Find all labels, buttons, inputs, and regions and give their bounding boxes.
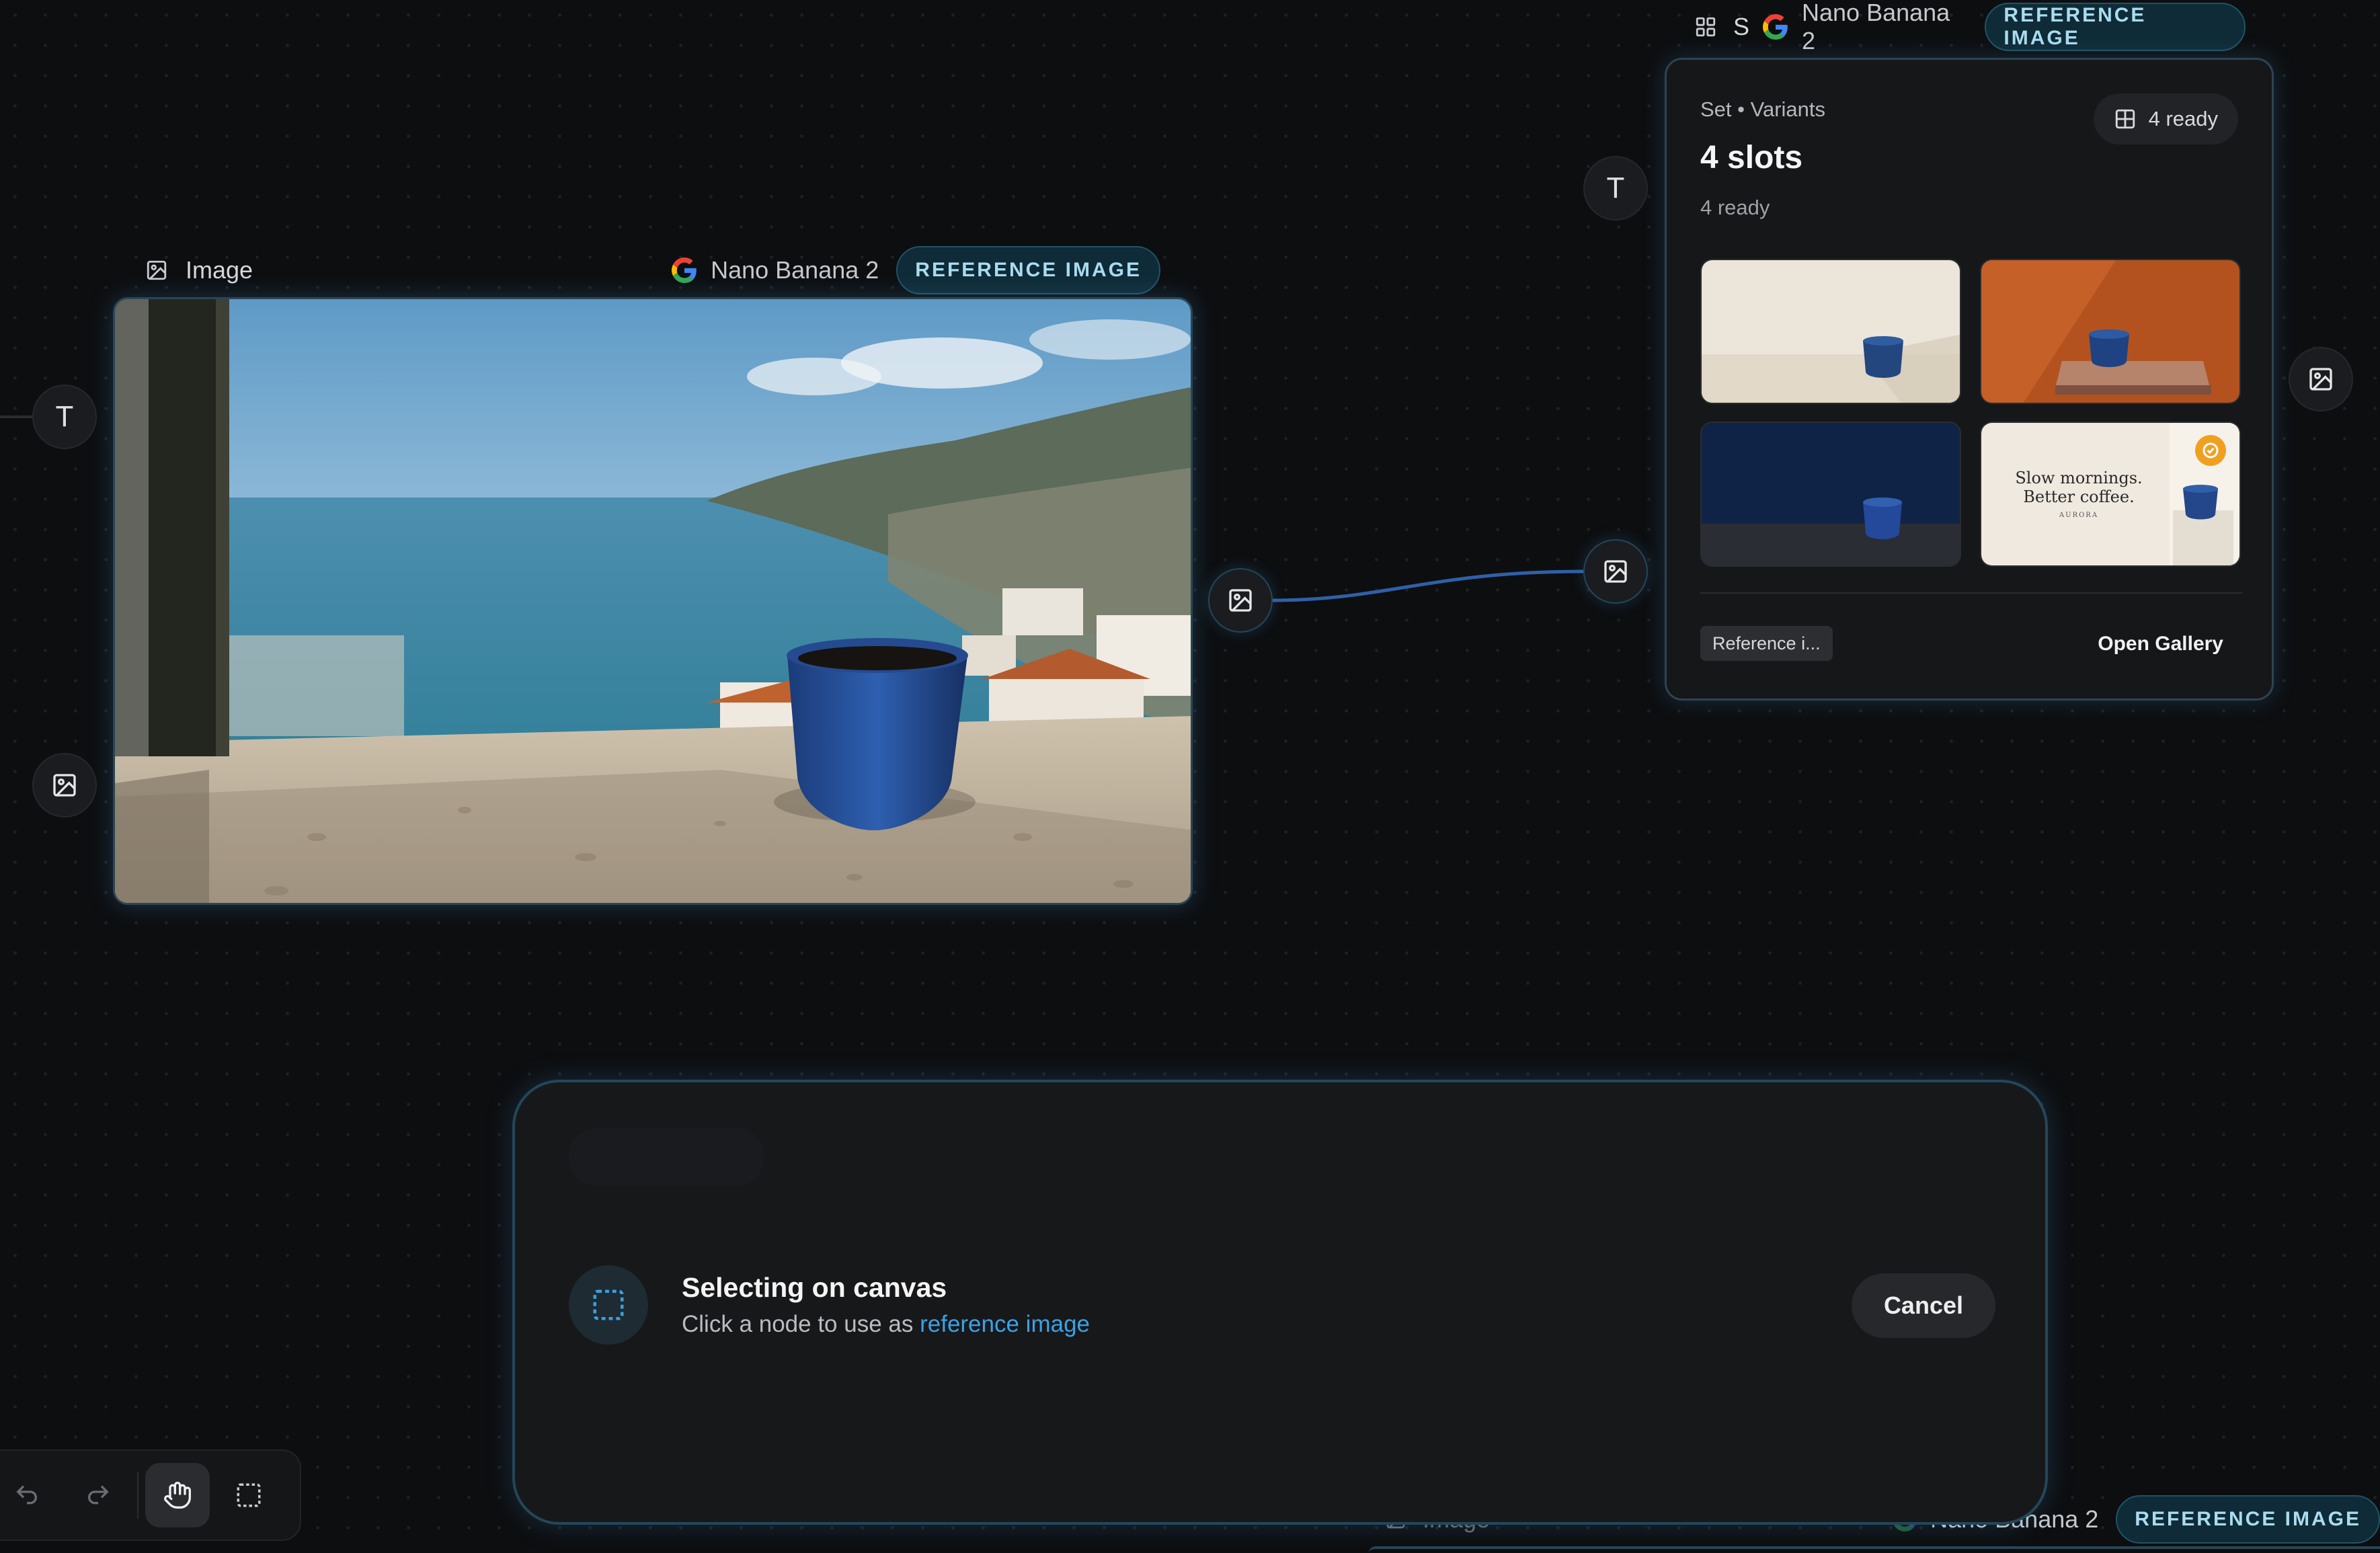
variant-thumb-2[interactable] — [1980, 259, 2241, 404]
variant-image — [1981, 260, 2239, 403]
grid-icon — [1694, 15, 1717, 38]
image-node-preview[interactable] — [113, 297, 1193, 905]
variant-image — [1702, 260, 1960, 403]
reference-tag[interactable]: Reference i... — [1700, 626, 1833, 661]
image-icon — [1227, 587, 1254, 614]
image-icon — [51, 772, 78, 799]
ghost-chip — [569, 1128, 764, 1186]
variant-image — [1702, 423, 1960, 565]
text-input-port[interactable]: T — [32, 385, 97, 449]
dashed-select-icon — [593, 1289, 624, 1320]
set-node-header: S Nano Banana 2 REFERENCE IMAGE — [1694, 0, 2246, 54]
grid-icon — [2114, 108, 2137, 130]
ready-pill[interactable]: 4 ready — [2093, 93, 2238, 145]
bottom-node-edge — [1369, 1546, 2380, 1553]
reference-image-badge[interactable]: REFERENCE IMAGE — [896, 246, 1160, 294]
selected-check-icon — [2195, 435, 2226, 466]
image-input-port[interactable] — [1583, 539, 1648, 604]
text-port-wire — [0, 415, 32, 418]
google-g-icon — [1763, 14, 1788, 40]
set-node-label: S — [1733, 13, 1750, 40]
canvas-toolbar — [0, 1449, 301, 1541]
variant-thumb-4[interactable]: Slow mornings. Better coffee. AURORA — [1980, 422, 2241, 567]
open-gallery-button[interactable]: Open Gallery — [2098, 633, 2223, 655]
image-icon — [2307, 366, 2334, 393]
set-divider — [1700, 592, 2242, 594]
image-node-header: Image Nano Banana 2 REFERENCE IMAGE — [145, 243, 1160, 297]
reference-image-badge[interactable]: REFERENCE IMAGE — [1985, 3, 2246, 51]
toolbar-separator — [137, 1472, 138, 1519]
image-output-port[interactable] — [2289, 347, 2353, 411]
reference-image-link[interactable]: reference image — [920, 1311, 1090, 1337]
thumb-caption-line1: Slow mornings. — [2015, 469, 2143, 487]
hand-icon — [164, 1482, 191, 1509]
selecting-on-canvas-panel: Selecting on canvas Click a node to use … — [512, 1080, 2048, 1525]
cancel-button[interactable]: Cancel — [1851, 1273, 1995, 1338]
image-icon — [145, 259, 168, 282]
selecting-title: Selecting on canvas — [682, 1272, 947, 1303]
set-title: 4 slots — [1700, 140, 1803, 175]
thumb-caption-line2: Better coffee. — [2023, 487, 2135, 506]
selection-mode-icon — [569, 1265, 648, 1345]
text-t-icon: T — [55, 400, 74, 433]
redo-icon — [88, 1485, 109, 1505]
reference-image-badge[interactable]: REFERENCE IMAGE — [2116, 1495, 2380, 1544]
set-node-model: Nano Banana 2 — [1802, 0, 1950, 54]
dashed-select-icon — [237, 1483, 261, 1507]
image-icon — [1602, 558, 1629, 585]
google-g-icon — [672, 257, 697, 283]
undo-button[interactable] — [0, 1463, 59, 1527]
image-node-label: Image — [186, 256, 253, 284]
image-output-port[interactable] — [1208, 568, 1273, 633]
thumb-brand: AURORA — [2059, 512, 2099, 519]
set-eyebrow: Set • Variants — [1700, 97, 1826, 121]
ready-pill-label: 4 ready — [2148, 107, 2218, 130]
select-tool-button[interactable] — [216, 1463, 281, 1527]
set-subtitle: 4 ready — [1700, 196, 1770, 219]
variant-thumb-1[interactable] — [1700, 259, 1961, 404]
coffee-cup-seaside-photo — [115, 299, 1191, 903]
set-node-card[interactable]: Set • Variants 4 slots 4 ready 4 ready S… — [1665, 58, 2274, 701]
selecting-subtitle-prefix: Click a node to use as — [682, 1311, 920, 1337]
text-t-icon: T — [1606, 171, 1625, 204]
variant-thumb-3[interactable] — [1700, 422, 1961, 567]
hand-tool-button[interactable] — [145, 1463, 210, 1527]
image-node-model: Nano Banana 2 — [711, 256, 879, 284]
image-input-port[interactable] — [32, 753, 97, 818]
selecting-subtitle: Click a node to use as reference image — [682, 1311, 1090, 1338]
redo-button[interactable] — [66, 1463, 130, 1527]
undo-icon — [16, 1485, 37, 1505]
text-input-port[interactable]: T — [1583, 156, 1648, 221]
